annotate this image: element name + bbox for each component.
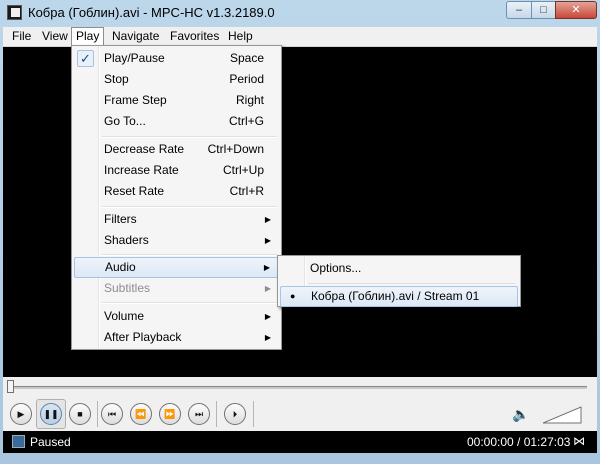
- submenu-arrow-icon: ▶: [264, 215, 271, 224]
- submenu-arrow-icon: ▶: [263, 263, 270, 272]
- stop-icon[interactable]: ■: [69, 403, 91, 425]
- rewind-icon[interactable]: ⏪: [130, 403, 152, 425]
- playback-toolbar: ▶ ❚❚ ■ ⏮ ⏪ ⏩ ⏭ ⏵ 🔈: [3, 397, 597, 431]
- menu-item-label: Audio: [105, 260, 136, 274]
- frame-step-icon[interactable]: ⏵: [224, 403, 246, 425]
- skip-back-icon[interactable]: ⏮: [101, 403, 123, 425]
- menu-separator: [308, 283, 516, 284]
- menu-item-label: Go To...: [104, 114, 146, 128]
- seek-thumb[interactable]: [7, 380, 14, 393]
- status-icon: [12, 435, 25, 448]
- radio-bullet-icon: ●: [290, 291, 296, 301]
- menu-item-shortcut: Ctrl+Down: [207, 142, 264, 156]
- menu-item-audio[interactable]: Audio ▶: [74, 257, 279, 278]
- menu-item-shaders[interactable]: Shaders ▶: [74, 230, 279, 251]
- menu-separator: [102, 302, 277, 304]
- menu-separator: [102, 254, 277, 256]
- seek-bar[interactable]: [3, 377, 597, 397]
- title-bar[interactable]: Кобра (Гоблин).avi - MPC-HC v1.3.2189.0 …: [0, 0, 600, 26]
- menu-item-label: Кобра (Гоблин).avi / Stream 01: [311, 289, 480, 303]
- menu-file[interactable]: File: [8, 27, 35, 46]
- menu-item-volume[interactable]: Volume ▶: [74, 306, 279, 327]
- play-menu: ✓ Play/Pause Space Stop Period Frame Ste…: [71, 45, 282, 350]
- speaker-icon[interactable]: 🔈: [512, 405, 532, 423]
- maximize-button[interactable]: □: [531, 1, 556, 19]
- menu-item-audio-stream[interactable]: ● Кобра (Гоблин).avi / Stream 01: [280, 286, 518, 307]
- toolbar-separator: [216, 401, 217, 427]
- seek-track[interactable]: [7, 386, 587, 389]
- menu-item-audio-options[interactable]: Options...: [280, 258, 518, 279]
- time-display: 00:00:00 / 01:27:03: [467, 435, 571, 449]
- toolbar-separator: [97, 401, 98, 427]
- menu-item-label: Filters: [104, 212, 137, 226]
- menu-help[interactable]: Help: [224, 27, 257, 46]
- menu-item-increase-rate[interactable]: Increase Rate Ctrl+Up: [74, 160, 279, 181]
- menu-view[interactable]: View: [38, 27, 72, 46]
- menu-item-label: After Playback: [104, 330, 182, 344]
- network-icon: ⋈: [573, 434, 585, 448]
- menu-item-label: Shaders: [104, 233, 149, 247]
- menu-item-label: Options...: [310, 261, 362, 275]
- menu-item-label: Decrease Rate: [104, 142, 185, 156]
- menu-bar: File View Play Navigate Favorites Help: [3, 27, 597, 47]
- menu-item-label: Frame Step: [104, 93, 167, 107]
- menu-separator: [102, 206, 277, 208]
- menu-item-stop[interactable]: Stop Period: [74, 69, 279, 90]
- app-icon[interactable]: [7, 5, 22, 20]
- menu-item-shortcut: Ctrl+R: [229, 184, 264, 198]
- status-bar: Paused 00:00:00 / 01:27:03 ⋈: [3, 431, 597, 453]
- menu-item-play-pause[interactable]: ✓ Play/Pause Space: [74, 48, 279, 69]
- menu-item-shortcut: Space: [229, 51, 264, 65]
- menu-item-shortcut: Right: [235, 93, 264, 107]
- menu-favorites[interactable]: Favorites: [166, 27, 223, 46]
- menu-item-shortcut: Ctrl+Up: [222, 163, 264, 177]
- play-icon[interactable]: ▶: [10, 403, 32, 425]
- menu-item-label: Subtitles: [104, 281, 151, 295]
- submenu-arrow-icon: ▶: [264, 236, 271, 245]
- menu-item-label: Play/Pause: [104, 51, 165, 65]
- menu-play[interactable]: Play: [71, 27, 105, 45]
- skip-forward-icon[interactable]: ⏭: [188, 403, 210, 425]
- close-button[interactable]: ✕: [555, 1, 597, 19]
- menu-item-shortcut: Period: [229, 72, 264, 86]
- submenu-arrow-icon: ▶: [264, 333, 271, 342]
- menu-item-decrease-rate[interactable]: Decrease Rate Ctrl+Down: [74, 139, 279, 160]
- menu-item-label: Increase Rate: [104, 163, 179, 177]
- menu-item-subtitles: Subtitles ▶: [74, 278, 279, 299]
- fast-forward-icon[interactable]: ⏩: [159, 403, 181, 425]
- menu-navigate[interactable]: Navigate: [108, 27, 163, 46]
- menu-item-label: Volume: [104, 309, 145, 323]
- volume-slider[interactable]: [543, 404, 583, 424]
- menu-item-frame-step[interactable]: Frame Step Right: [74, 90, 279, 111]
- submenu-arrow-icon: ▶: [264, 284, 271, 293]
- pause-icon[interactable]: ❚❚: [40, 403, 62, 425]
- menu-item-filters[interactable]: Filters ▶: [74, 209, 279, 230]
- menu-item-label: Reset Rate: [104, 184, 165, 198]
- menu-item-shortcut: Ctrl+G: [228, 114, 264, 128]
- menu-item-label: Stop: [104, 72, 129, 86]
- menu-item-after-playback[interactable]: After Playback ▶: [74, 327, 279, 348]
- menu-item-reset-rate[interactable]: Reset Rate Ctrl+R: [74, 181, 279, 202]
- submenu-arrow-icon: ▶: [264, 312, 271, 321]
- minimize-button[interactable]: –: [506, 1, 532, 19]
- menu-item-go-to[interactable]: Go To... Ctrl+G: [74, 111, 279, 132]
- window-title: Кобра (Гоблин).avi - MPC-HC v1.3.2189.0: [28, 5, 275, 20]
- mpc-hc-window: Кобра (Гоблин).avi - MPC-HC v1.3.2189.0 …: [0, 0, 600, 464]
- checkmark-icon: ✓: [77, 50, 94, 67]
- playback-status: Paused: [30, 435, 71, 449]
- audio-submenu: Options... ● Кобра (Гоблин).avi / Stream…: [277, 255, 521, 307]
- menu-separator: [102, 136, 277, 138]
- toolbar-separator: [253, 401, 254, 427]
